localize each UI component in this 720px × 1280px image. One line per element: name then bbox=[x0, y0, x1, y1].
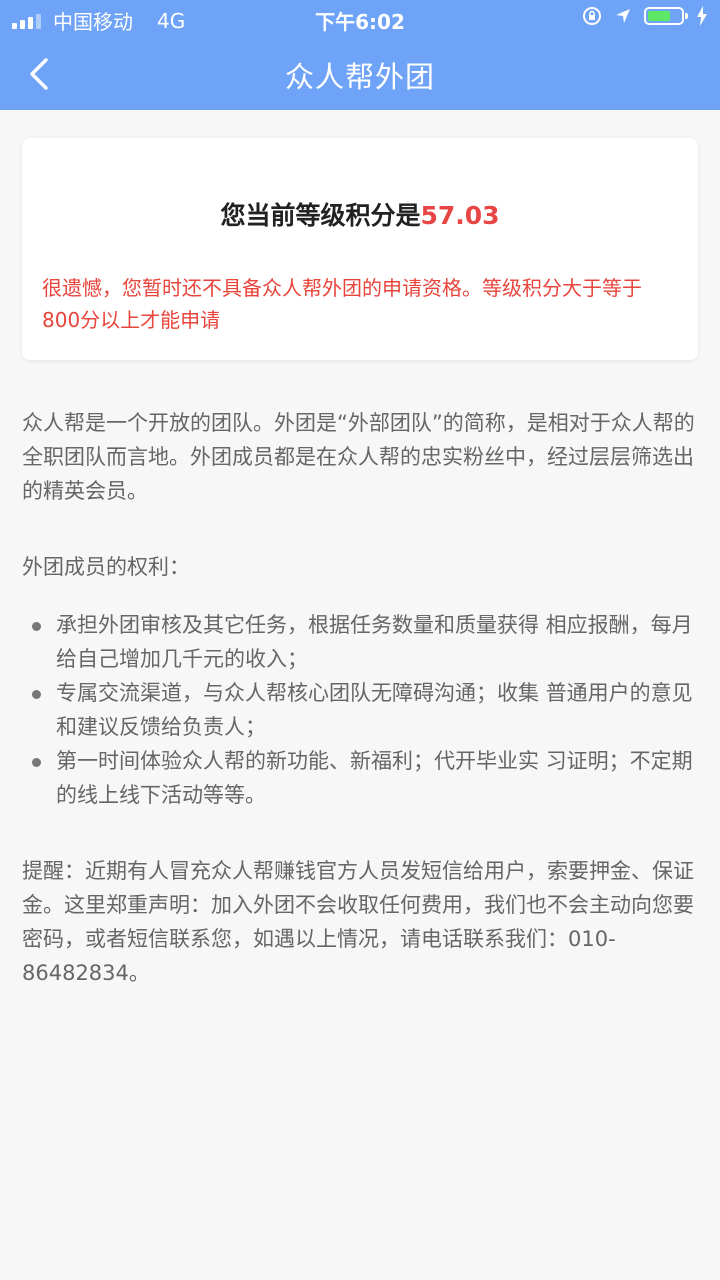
score-card: 您当前等级积分是57.03 很遗憾，您暂时还不具备众人帮外团的申请资格。等级积分… bbox=[22, 138, 698, 360]
description-content: 众人帮是一个开放的团队。外团是“外部团队”的简称，是相对于众人帮的全职团队而言地… bbox=[22, 406, 698, 990]
header: 中国移动 4G 下午6:02 众人帮外团 bbox=[0, 0, 720, 110]
score-line: 您当前等级积分是57.03 bbox=[22, 196, 698, 232]
eligibility-warning: 很遗憾，您暂时还不具备众人帮外团的申请资格。等级积分大于等于800分以上才能申请 bbox=[42, 276, 642, 332]
page-title: 众人帮外团 bbox=[284, 60, 435, 94]
charging-bolt-icon bbox=[696, 6, 708, 26]
list-item: 承担外团审核及其它任务，根据任务数量和质量获得 相应报酬，每月给自己增加几千元的… bbox=[22, 608, 698, 676]
score-value: 57.03 bbox=[420, 201, 500, 230]
list-item: 专属交流渠道，与众人帮核心团队无障碍沟通；收集 普通用户的意见和建议反馈给负责人… bbox=[22, 676, 698, 744]
intro-paragraph: 众人帮是一个开放的团队。外团是“外部团队”的简称，是相对于众人帮的全职团队而言地… bbox=[22, 411, 695, 503]
battery-icon bbox=[644, 7, 688, 25]
list-item: 第一时间体验众人帮的新功能、新福利；代开毕业实 习证明；不定期的线上线下活动等等… bbox=[22, 744, 698, 812]
benefit-list: 承担外团审核及其它任务，根据任务数量和质量获得 相应报酬，每月给自己增加几千元的… bbox=[22, 608, 698, 812]
score-label: 您当前等级积分是 bbox=[220, 201, 421, 230]
status-bar: 中国移动 4G 下午6:02 bbox=[0, 0, 720, 36]
status-right bbox=[582, 6, 708, 26]
reminder-paragraph: 提醒：近期有人冒充众人帮赚钱官方人员发短信给用户，索要押金、保证金。这里郑重声明… bbox=[22, 859, 694, 985]
rotation-lock-icon bbox=[582, 6, 602, 26]
location-arrow-icon bbox=[614, 7, 632, 25]
nav-bar: 众人帮外团 bbox=[0, 36, 720, 110]
rights-title: 外团成员的权利： bbox=[22, 555, 190, 579]
